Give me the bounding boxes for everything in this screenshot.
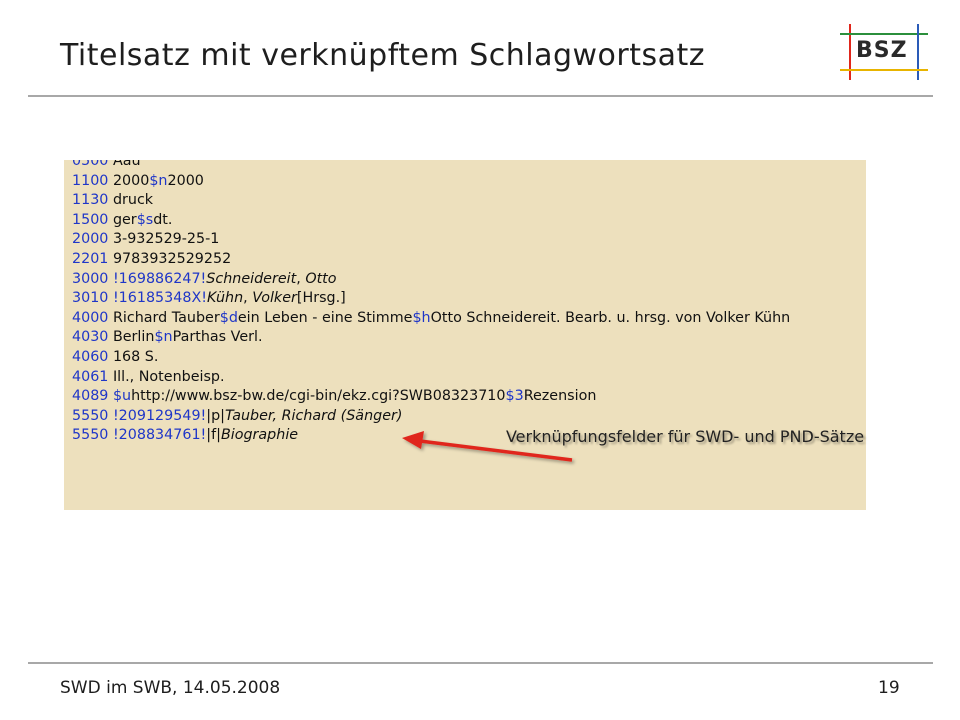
callout-label: Verknüpfungsfelder für SWD- und PND-Sätz… bbox=[505, 427, 865, 446]
footer-divider bbox=[28, 662, 933, 664]
field-value: Schneidereit bbox=[206, 270, 297, 287]
field-value: , bbox=[243, 290, 253, 307]
field-tag: 3010 bbox=[72, 290, 113, 307]
subfield-code: $n bbox=[154, 329, 173, 346]
field-value: druck bbox=[112, 192, 154, 209]
record-line: 1100 2000$n2000 bbox=[72, 172, 858, 192]
field-tag: 1500 bbox=[72, 211, 113, 228]
record-line: 4060 168 S. bbox=[72, 348, 858, 368]
record-line: 3000 !169886247!Schneidereit, Otto bbox=[72, 270, 858, 290]
field-value: Parthas Verl. bbox=[172, 329, 263, 346]
field-value: 9783932529252 bbox=[112, 250, 232, 267]
field-tag: 1130 bbox=[72, 192, 113, 209]
field-value: Biographie bbox=[220, 427, 299, 444]
record-line: 2000 3-932529-25-1 bbox=[72, 230, 858, 250]
subfield-code: $n bbox=[149, 172, 168, 189]
field-value: http://www.bsz-bw.de/cgi-bin/ekz.cgi?SWB… bbox=[131, 388, 506, 405]
field-value: ein Leben - eine Stimme bbox=[237, 309, 413, 326]
record-line: 2201 9783932529252 bbox=[72, 250, 858, 270]
record-line: 0500 Aau bbox=[72, 160, 858, 172]
field-value: Otto bbox=[305, 270, 337, 287]
record-line: 4030 Berlin$nParthas Verl. bbox=[72, 328, 858, 348]
field-tag: 0500 bbox=[72, 160, 113, 169]
field-tag: 2000 bbox=[72, 231, 113, 248]
slide-title: Titelsatz mit verknüpftem Schlagwortsatz bbox=[60, 38, 706, 73]
field-value: Berlin bbox=[112, 329, 155, 346]
field-tag: 3000 bbox=[72, 270, 113, 287]
field-value: ger bbox=[112, 211, 137, 228]
subfield-code: $u bbox=[112, 388, 132, 405]
logo-text: BSZ bbox=[856, 38, 908, 63]
subfield-code: !16185348X! bbox=[112, 290, 207, 307]
record-line: 1500 ger$sdt. bbox=[72, 211, 858, 231]
subfield-code: !209129549! bbox=[112, 407, 207, 424]
field-value: Tauber, Richard (Sänger) bbox=[224, 407, 403, 424]
subfield-code: $d bbox=[219, 309, 238, 326]
field-tag: 4030 bbox=[72, 329, 113, 346]
field-tag: 5550 bbox=[72, 427, 113, 444]
field-value: 3-932529-25-1 bbox=[112, 231, 220, 248]
catalog-record-panel: 0500 Aau 1100 2000$n2000 1130 druck 1500 ge… bbox=[64, 160, 866, 510]
subfield-code: !169886247! bbox=[112, 270, 207, 287]
bsz-logo: BSZ bbox=[838, 22, 930, 82]
page-number: 19 bbox=[878, 678, 900, 698]
field-value: Richard Tauber bbox=[112, 309, 220, 326]
footer-text: SWD im SWB, 14.05.2008 bbox=[60, 678, 281, 698]
field-value: Aau bbox=[112, 160, 141, 169]
record-line: 4061 Ill., Notenbeisp. bbox=[72, 368, 858, 388]
header-divider bbox=[28, 95, 933, 97]
field-value: |p| bbox=[206, 407, 225, 424]
field-tag: 4060 bbox=[72, 348, 113, 365]
record-line: 1130 druck bbox=[72, 191, 858, 211]
record-line: 3010 !16185348X!Kühn, Volker[Hrsg.] bbox=[72, 289, 858, 309]
field-tag: 4000 bbox=[72, 309, 113, 326]
catalog-record-lines: 0500 Aau 1100 2000$n2000 1130 druck 1500 ge… bbox=[72, 160, 858, 446]
field-value: Ill., Notenbeisp. bbox=[112, 368, 225, 385]
subfield-code: $s bbox=[136, 211, 154, 228]
record-line: 5550 !209129549!|p|Tauber, Richard (Säng… bbox=[72, 407, 858, 427]
field-value: Otto Schneidereit. Bearb. u. hrsg. von V… bbox=[430, 309, 791, 326]
field-value: 168 S. bbox=[112, 348, 159, 365]
subfield-code: !208834761! bbox=[112, 427, 207, 444]
field-tag: 1100 bbox=[72, 172, 113, 189]
field-value: 2000 bbox=[112, 172, 150, 189]
field-value: 2000 bbox=[167, 172, 204, 189]
field-value: , bbox=[296, 270, 306, 287]
field-tag: 5550 bbox=[72, 407, 113, 424]
field-value: Volker bbox=[252, 290, 297, 307]
subfield-code: $3 bbox=[505, 388, 524, 405]
field-value: dt. bbox=[153, 211, 173, 228]
field-value: Kühn bbox=[206, 290, 244, 307]
field-tag: 4089 bbox=[72, 388, 113, 405]
field-value: Rezension bbox=[523, 388, 597, 405]
field-tag: 4061 bbox=[72, 368, 113, 385]
record-line: 4089 $uhttp://www.bsz-bw.de/cgi-bin/ekz.… bbox=[72, 387, 858, 407]
field-value: |f| bbox=[206, 427, 221, 444]
field-value: [Hrsg.] bbox=[296, 290, 346, 307]
record-line: 4000 Richard Tauber$dein Leben - eine St… bbox=[72, 309, 858, 329]
subfield-code: $h bbox=[412, 309, 431, 326]
field-tag: 2201 bbox=[72, 250, 113, 267]
